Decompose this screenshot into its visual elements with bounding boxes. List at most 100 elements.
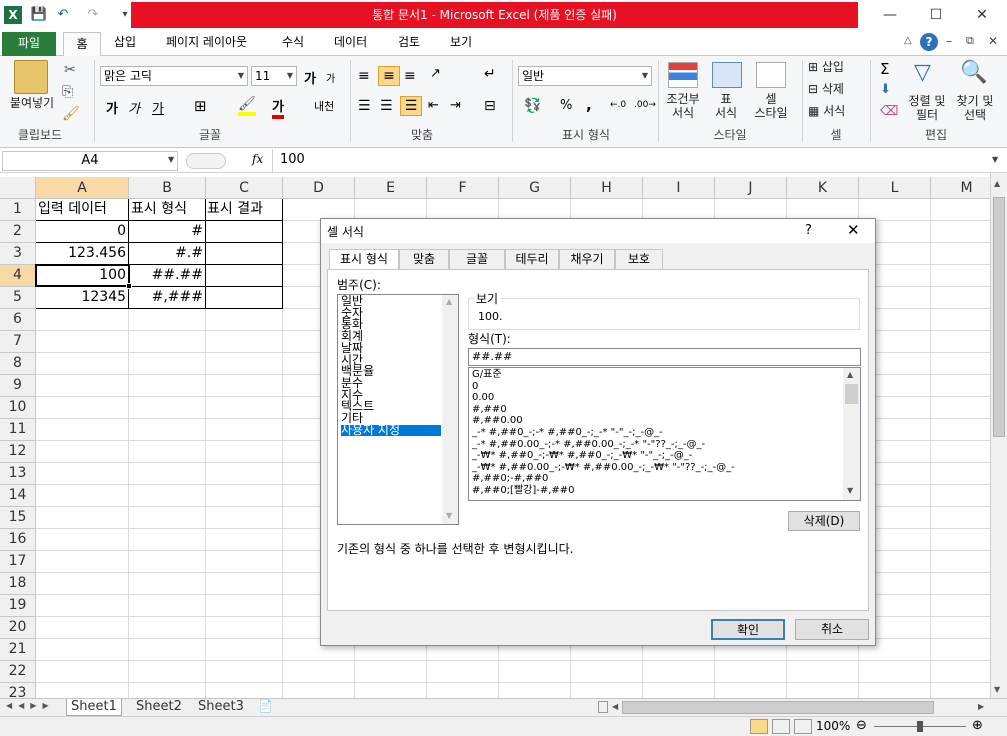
sort-filter-button[interactable]: 정렬 및 필터 — [904, 94, 950, 122]
tab-font[interactable]: 글꼴 — [449, 249, 505, 270]
ok-button[interactable]: 확인 — [711, 619, 785, 640]
row-header-14[interactable]: 14 — [0, 485, 36, 507]
tab-formulas[interactable]: 수식 — [274, 30, 312, 56]
format-item[interactable]: #,##0;[빨강]-#,##0 — [472, 485, 842, 497]
cell-b4[interactable]: ##.## — [129, 265, 206, 286]
font-name-combo[interactable]: 맑은 고딕 ▼ — [100, 66, 248, 86]
zoom-slider-thumb[interactable] — [917, 721, 923, 732]
align-bottom-icon[interactable]: ≡ — [404, 68, 422, 84]
bold-button[interactable]: 가 — [106, 98, 118, 117]
copy-icon[interactable]: ⎘ — [62, 84, 73, 100]
column-header-j[interactable]: J — [715, 177, 787, 199]
scroll-up-icon[interactable]: ▲ — [446, 297, 452, 306]
format-scrollbar[interactable]: ▲ ▼ — [843, 368, 860, 500]
delete-cells-button[interactable]: ⊟ 삭제 — [808, 82, 844, 96]
italic-button[interactable]: 가 — [128, 98, 140, 117]
scroll-down-icon[interactable]: ▼ — [994, 685, 1000, 694]
tab-insert[interactable]: 삽입 — [106, 30, 144, 56]
fill-color-icon[interactable]: 🖌 — [238, 96, 256, 116]
format-item[interactable]: 0 — [472, 381, 842, 393]
column-header-i[interactable]: I — [643, 177, 715, 199]
cell-b1[interactable]: 표시 형식 — [131, 199, 187, 220]
format-item[interactable]: #,##0.00 — [472, 415, 842, 427]
find-select-button[interactable]: 찾기 및 선택 — [950, 94, 1000, 122]
row-header-19[interactable]: 19 — [0, 595, 36, 617]
row-header-22[interactable]: 22 — [0, 661, 36, 683]
normal-view-icon[interactable] — [750, 719, 768, 734]
scroll-down-icon[interactable]: ▼ — [847, 486, 853, 495]
sheet-tab-3[interactable]: Sheet3 — [194, 699, 248, 716]
sheet-nav-arrows-icon[interactable]: ◀◀▶▶ — [6, 701, 55, 710]
align-center-icon[interactable]: ☰ — [380, 98, 393, 114]
cell-b5[interactable]: #,### — [129, 287, 206, 308]
minimize-button[interactable]: — — [870, 4, 910, 26]
percent-button[interactable]: % — [560, 98, 572, 113]
row-header-1[interactable]: 1 — [0, 199, 36, 221]
accounting-format-icon[interactable]: 💱 — [524, 98, 541, 114]
cell-b2[interactable]: # — [129, 221, 206, 242]
formula-bar-splitter[interactable] — [186, 153, 226, 169]
tab-fill[interactable]: 채우기 — [559, 249, 615, 270]
doc-restore-icon[interactable]: ⧉ — [966, 34, 974, 48]
excel-app-icon[interactable]: X — [4, 6, 22, 24]
conditional-format-button[interactable]: 조건부 서식 — [660, 92, 706, 120]
doc-close-icon[interactable]: ✕ — [988, 34, 998, 48]
format-item[interactable]: _-* #,##0.00_-;-* #,##0.00_-;_-* "-"??_-… — [472, 439, 842, 451]
tab-number[interactable]: 표시 형식 — [329, 249, 399, 271]
format-cells-button[interactable]: ▦ 서식 — [808, 104, 845, 118]
row-header-21[interactable]: 21 — [0, 639, 36, 661]
align-right-icon[interactable]: ☰ — [400, 96, 422, 116]
grow-font-button[interactable]: 가 — [304, 68, 316, 87]
type-input[interactable]: ##.## — [468, 348, 861, 366]
column-header-d[interactable]: D — [283, 177, 355, 199]
column-header-b[interactable]: B — [129, 177, 206, 199]
fill-icon[interactable]: ⬇ — [880, 82, 891, 97]
column-header-k[interactable]: K — [787, 177, 859, 199]
paste-button[interactable]: 붙여넣기 — [4, 96, 60, 110]
format-as-table-button[interactable]: 표 서식 — [706, 92, 746, 120]
cell-styles-icon[interactable] — [756, 62, 786, 88]
tab-protection[interactable]: 보호 — [615, 249, 663, 270]
category-item[interactable]: 사용자 지정 — [341, 424, 441, 437]
column-header-h[interactable]: H — [571, 177, 643, 199]
align-left-icon[interactable]: ☰ — [358, 98, 371, 114]
decrease-decimal-icon[interactable]: .00→ — [634, 100, 656, 110]
doc-minimize-icon[interactable]: – — [946, 34, 952, 48]
scroll-up-icon[interactable]: ▲ — [847, 370, 853, 379]
tab-home[interactable]: 홈 — [63, 32, 101, 57]
orientation-icon[interactable]: ↗ — [430, 66, 441, 81]
underline-button[interactable]: 가 — [152, 98, 164, 117]
zoom-in-icon[interactable]: ⊕ — [972, 718, 983, 733]
redo-icon[interactable]: ↷ — [84, 6, 102, 24]
row-header-17[interactable]: 17 — [0, 551, 36, 573]
sort-filter-icon[interactable]: ▽ — [914, 60, 931, 85]
font-size-combo[interactable]: 11 ▼ — [251, 66, 297, 86]
row-header-8[interactable]: 8 — [0, 353, 36, 375]
cell-styles-button[interactable]: 셀 스타일 — [748, 92, 794, 120]
zoom-level[interactable]: 100% — [816, 719, 850, 733]
scroll-thumb[interactable] — [993, 197, 1005, 437]
phonetic-button[interactable]: 내천 — [314, 98, 334, 114]
increase-decimal-icon[interactable]: ←.0 — [610, 100, 626, 110]
format-list[interactable]: G/표준 0 0.00 #,##0 #,##0.00 _-* #,##0_-;-* #,#… — [468, 367, 861, 501]
insert-cells-button[interactable]: ⊞ 삽입 — [808, 60, 844, 74]
formula-input[interactable]: 100 — [276, 151, 991, 171]
row-header-6[interactable]: 6 — [0, 309, 36, 331]
format-item[interactable]: #,##0;-#,##0 — [472, 473, 842, 485]
expand-formula-icon[interactable]: ▼ — [992, 155, 998, 164]
format-item[interactable]: G/표준 — [472, 369, 842, 381]
format-painter-icon[interactable]: 🖌 — [62, 106, 80, 122]
border-icon[interactable]: ⊞ — [194, 97, 207, 115]
row-header-13[interactable]: 13 — [0, 463, 36, 485]
cell-a2[interactable]: 0 — [36, 221, 129, 242]
row-header-18[interactable]: 18 — [0, 573, 36, 595]
page-layout-view-icon[interactable] — [772, 719, 790, 734]
tab-review[interactable]: 검토 — [390, 30, 428, 56]
row-header-3[interactable]: 3 — [0, 243, 36, 265]
tab-file[interactable]: 파일 — [2, 32, 56, 56]
scroll-down-icon[interactable]: ▼ — [446, 511, 452, 520]
align-middle-icon[interactable]: ≡ — [378, 66, 400, 86]
merge-center-icon[interactable]: ⊟ — [484, 98, 496, 114]
format-item[interactable]: _-* #,##0_-;-* #,##0_-;_-* "-"_-;_-@_- — [472, 427, 842, 439]
row-header-23[interactable]: 23 — [0, 683, 36, 698]
